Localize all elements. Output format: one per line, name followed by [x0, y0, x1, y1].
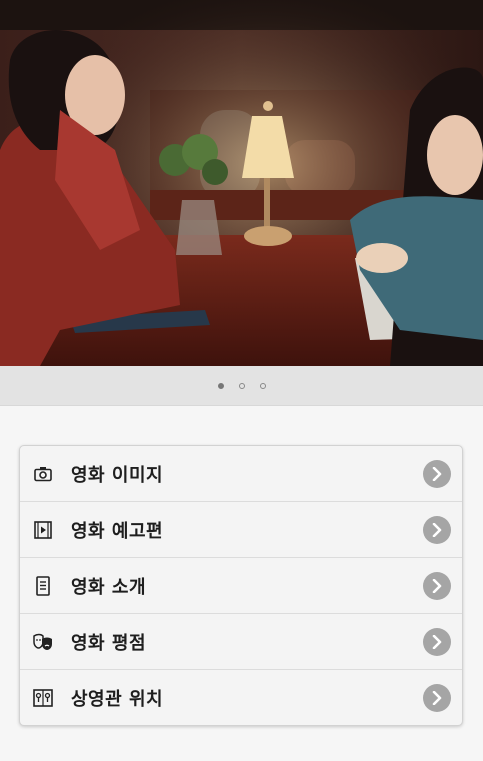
chevron-right-icon — [423, 683, 451, 712]
menu-item-label: 영화 예고편 — [71, 520, 164, 542]
movie-still-image[interactable] — [0, 0, 483, 366]
chevron-right-icon — [423, 459, 451, 488]
menu-item-movie-intro[interactable]: 영화 소개 — [20, 557, 462, 613]
camera-icon — [33, 464, 53, 484]
movie-still-graphic — [0, 0, 483, 366]
pager-dot-1[interactable] — [217, 382, 224, 389]
document-icon — [33, 575, 53, 596]
chevron-right-icon — [423, 571, 451, 600]
menu-item-movie-rating[interactable]: 영화 평점 — [20, 613, 462, 669]
menu-item-label: 영화 평점 — [71, 632, 147, 654]
menu-item-movie-trailer[interactable]: 영화 예고편 — [20, 501, 462, 557]
chevron-right-icon — [423, 627, 451, 656]
menu-item-label: 영화 이미지 — [71, 464, 164, 486]
building-location-icon — [33, 688, 53, 708]
theater-masks-icon — [33, 632, 53, 652]
pager-dot-2[interactable] — [238, 382, 245, 389]
menu-item-label: 영화 소개 — [71, 576, 147, 598]
film-play-icon — [33, 520, 53, 540]
menu-item-theater-location[interactable]: 상영관 위치 — [20, 669, 462, 725]
carousel-pager — [0, 366, 483, 406]
movie-menu: 영화 이미지 영화 예고편 영화 소개 영화 평점 상영관 위치 — [19, 445, 463, 726]
chevron-right-icon — [423, 515, 451, 544]
menu-item-label: 상영관 위치 — [71, 688, 164, 710]
pager-dot-3[interactable] — [259, 382, 266, 389]
menu-item-movie-images[interactable]: 영화 이미지 — [20, 446, 462, 501]
